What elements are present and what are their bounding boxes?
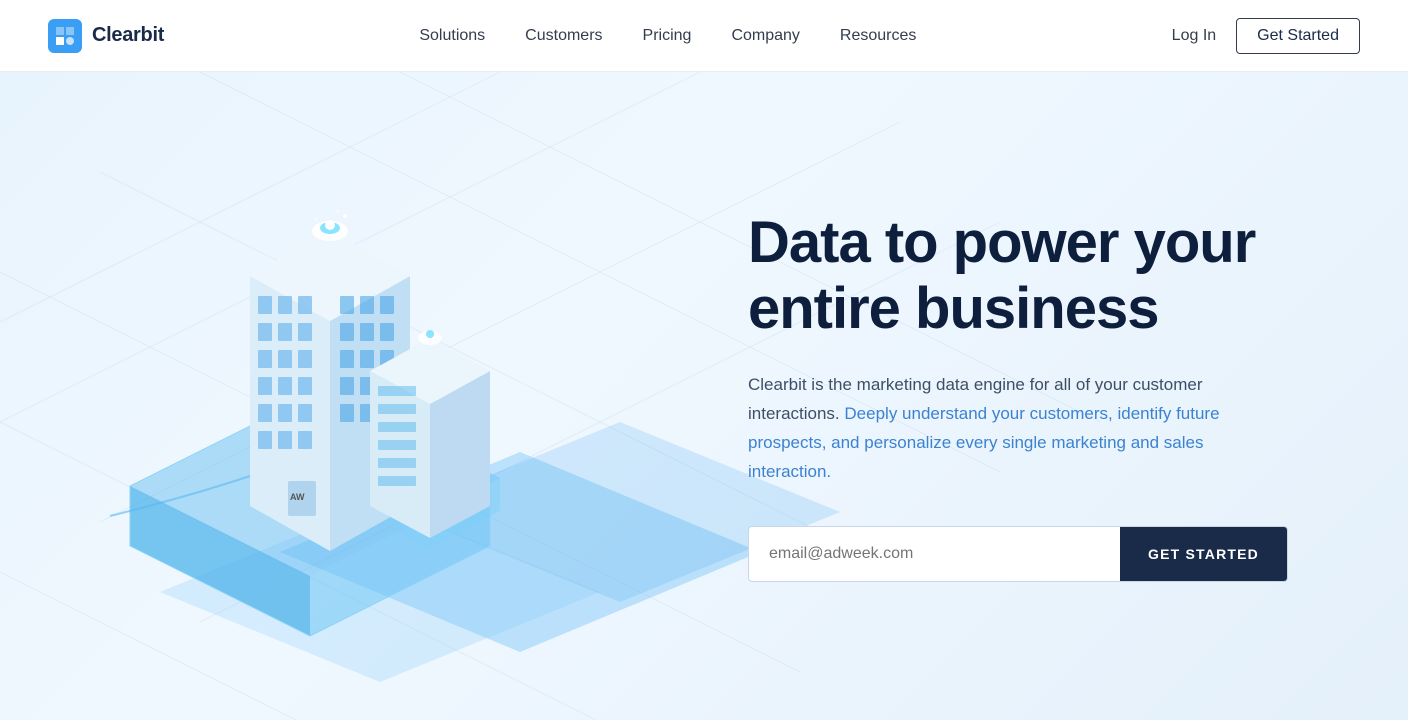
hero-content: Data to power your entire business Clear…	[688, 72, 1408, 720]
logo-link[interactable]: Clearbit	[48, 19, 164, 53]
nav-item-resources[interactable]: Resources	[840, 27, 916, 44]
email-input[interactable]	[749, 527, 1120, 581]
logo-text: Clearbit	[92, 24, 164, 47]
login-link[interactable]: Log In	[1172, 27, 1216, 45]
navbar: Clearbit Solutions Customers Pricing Com…	[0, 0, 1408, 72]
nav-item-customers[interactable]: Customers	[525, 27, 602, 44]
nav-links: Solutions Customers Pricing Company Reso…	[419, 27, 916, 45]
nav-item-pricing[interactable]: Pricing	[643, 27, 692, 44]
get-started-nav-button[interactable]: Get Started	[1236, 18, 1360, 54]
get-started-button[interactable]: GET STARTED	[1120, 527, 1287, 581]
nav-actions: Log In Get Started	[1172, 18, 1360, 54]
isometric-buildings: AW	[30, 116, 590, 676]
hero-section: AW	[0, 72, 1408, 720]
nav-item-company[interactable]: Company	[731, 27, 799, 44]
svg-text:AW: AW	[290, 492, 305, 502]
hero-illustration: AW	[0, 72, 620, 720]
hero-cta-form: GET STARTED	[748, 526, 1288, 582]
logo-icon	[48, 19, 82, 53]
hero-description: Clearbit is the marketing data engine fo…	[748, 371, 1248, 487]
nav-item-solutions[interactable]: Solutions	[419, 27, 485, 44]
hero-title: Data to power your entire business	[748, 210, 1328, 343]
